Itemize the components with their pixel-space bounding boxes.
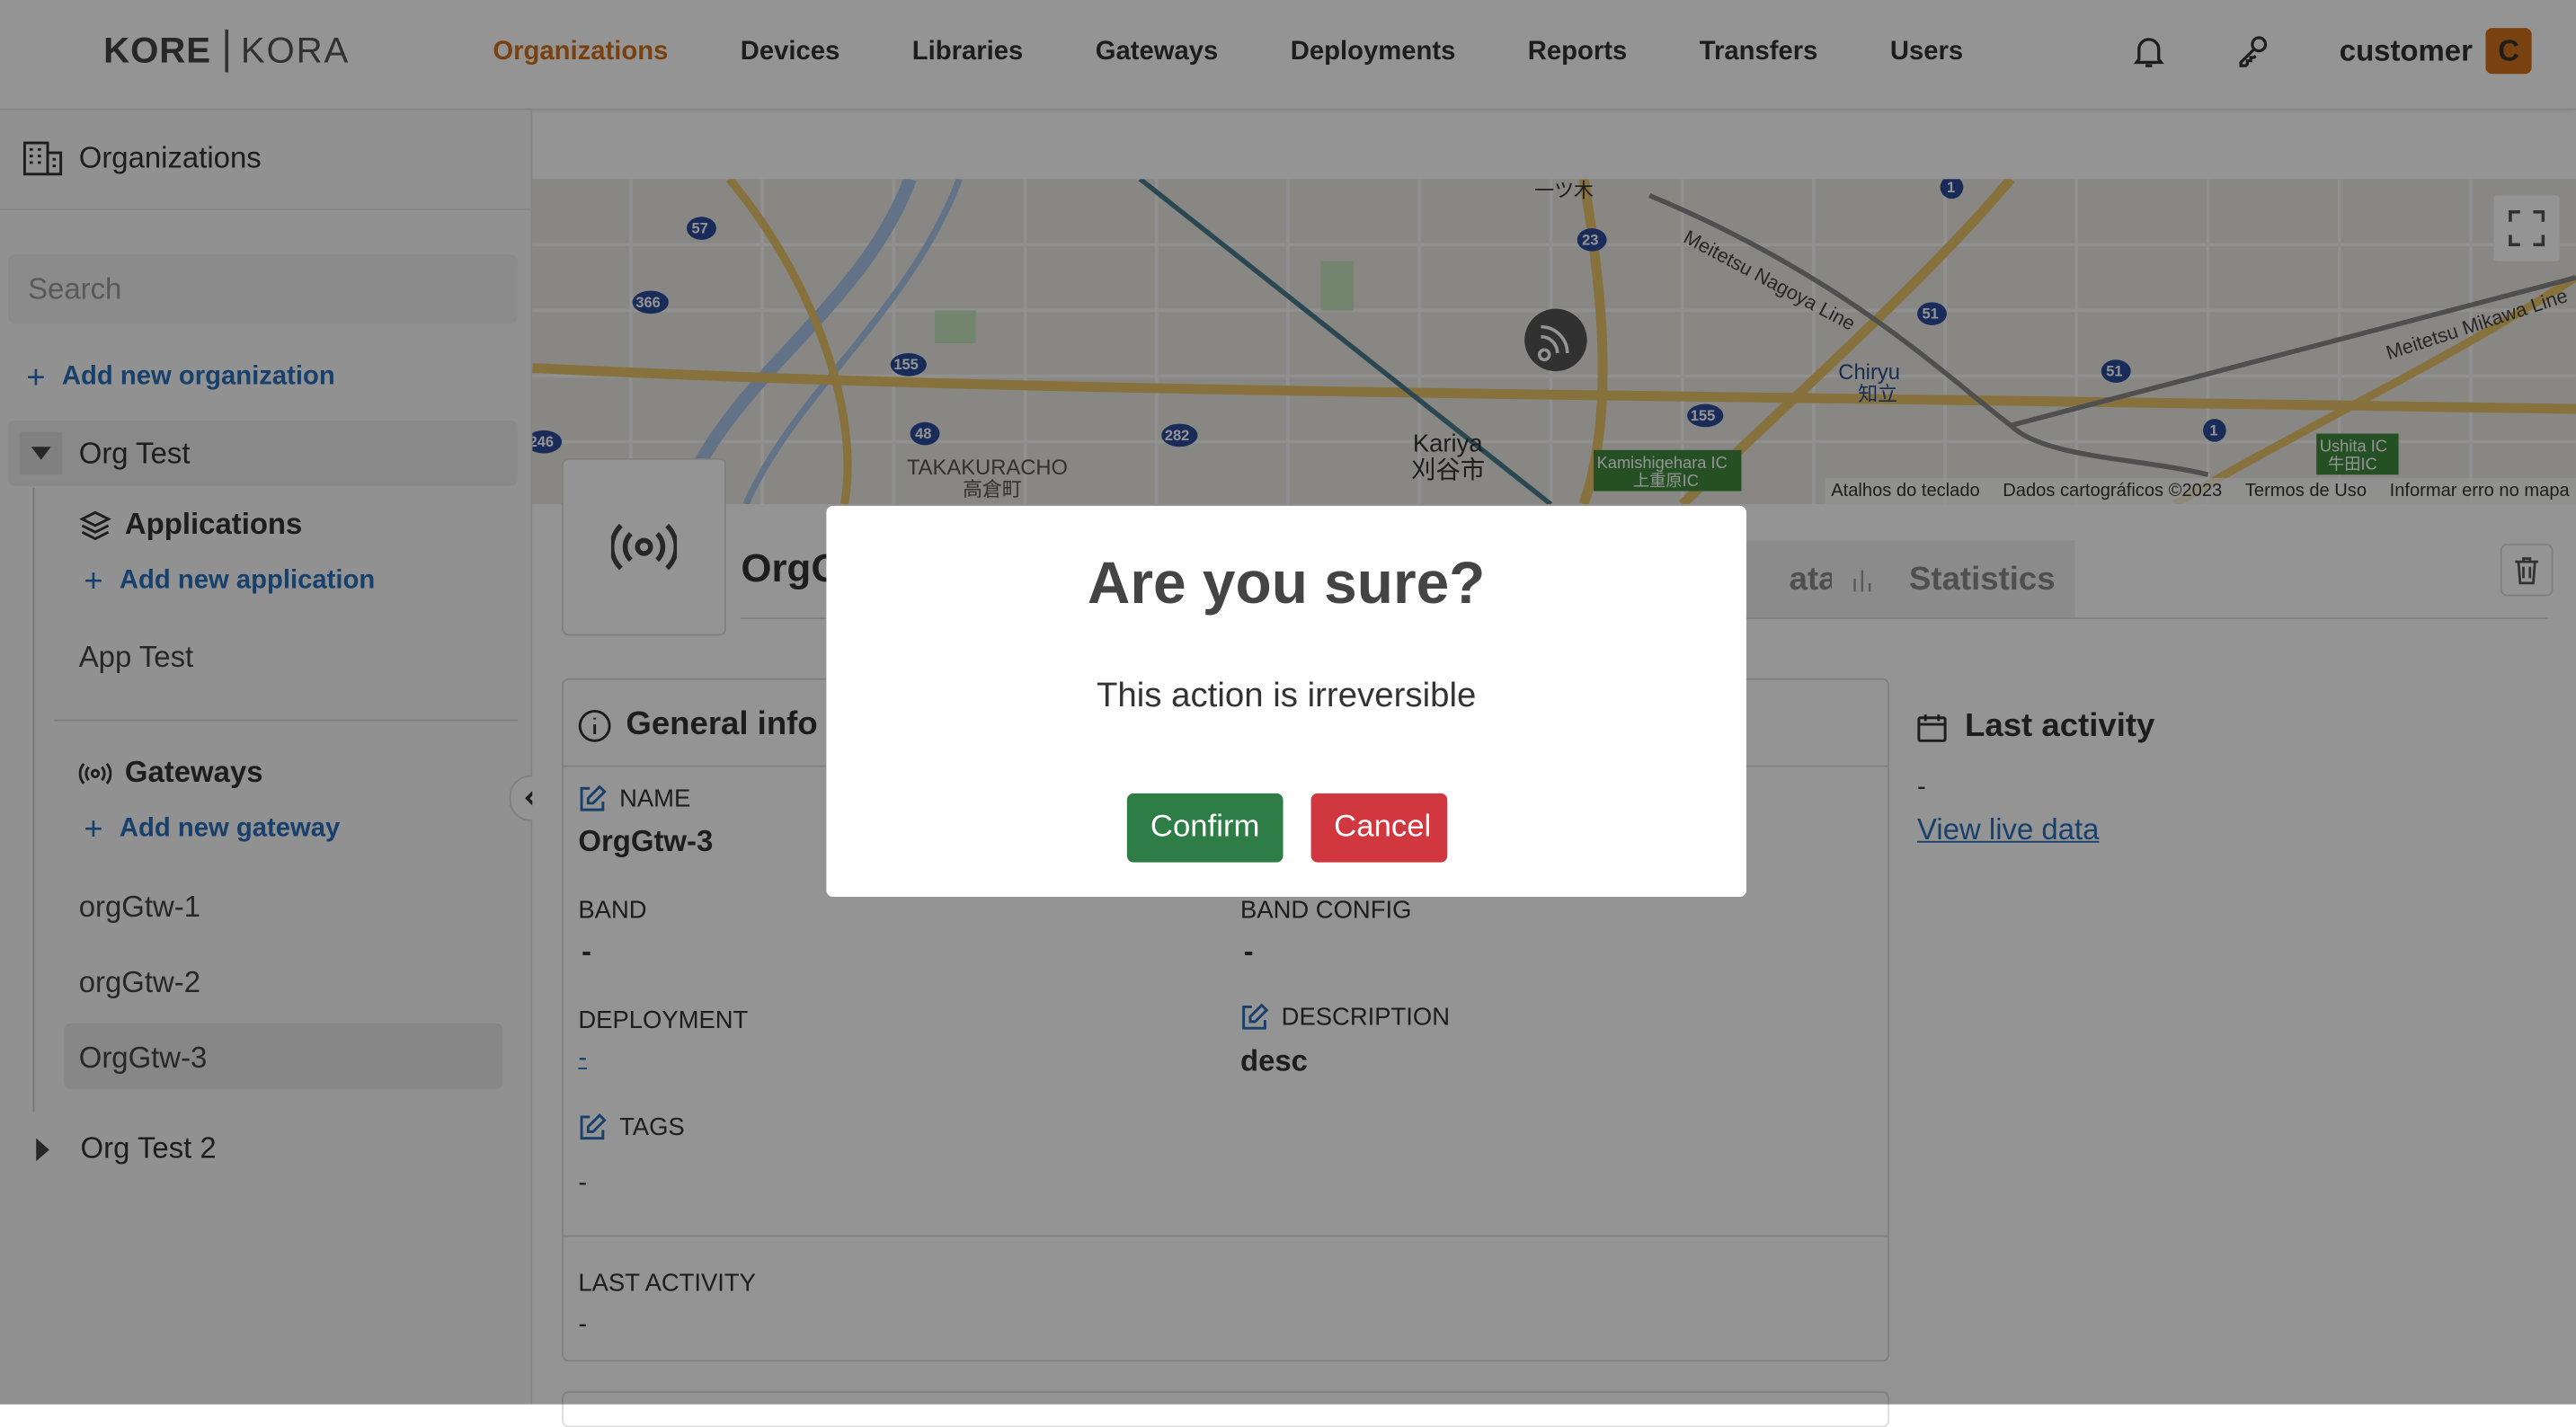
cancel-button[interactable]: Cancel [1310, 793, 1448, 863]
dialog-message: This action is irreversible [1096, 677, 1477, 715]
confirm-dialog: Are you sure? This action is irreversibl… [826, 505, 1746, 897]
confirm-button[interactable]: Confirm [1126, 793, 1284, 863]
dialog-title: Are you sure? [1087, 548, 1486, 616]
